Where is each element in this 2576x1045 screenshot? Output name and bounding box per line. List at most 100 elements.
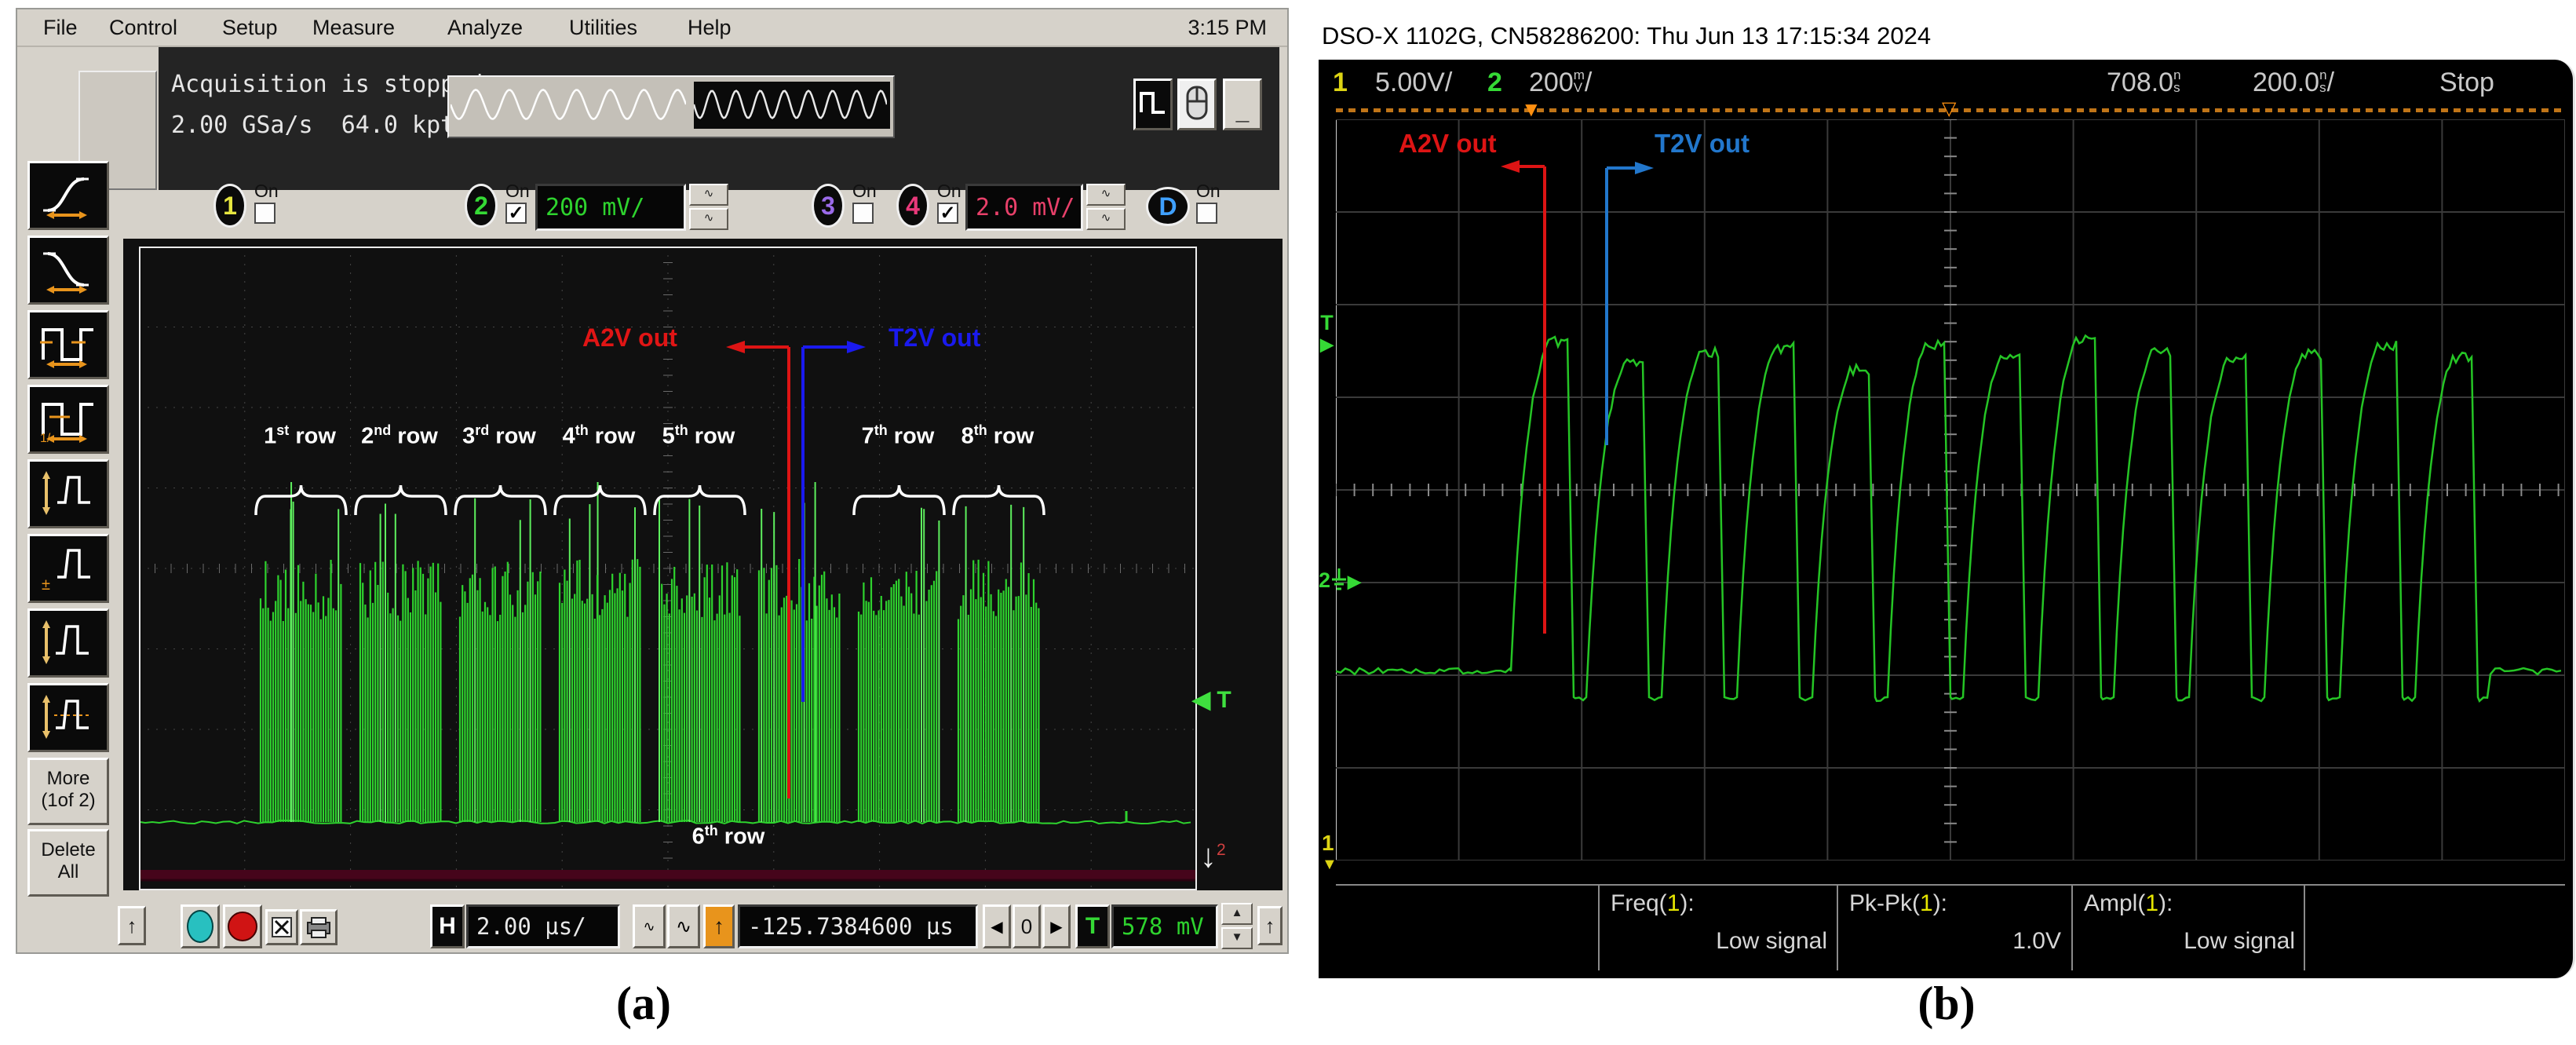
- measure-fall-time-button[interactable]: [27, 236, 109, 305]
- ch1-scale[interactable]: 5.00V/: [1375, 68, 1452, 98]
- delay-zero-button[interactable]: 0: [1013, 904, 1041, 948]
- sine-large-icon: ∿: [676, 915, 691, 938]
- menu-item-control[interactable]: Control: [109, 16, 177, 40]
- channel-2-scale-down[interactable]: ∿: [689, 208, 728, 230]
- minimize-button[interactable]: _: [1223, 79, 1262, 130]
- channel-4-scale-down[interactable]: ∿: [1086, 208, 1126, 230]
- ampl-measurement-label: Ampl(1):: [2084, 890, 2173, 917]
- ch2-number[interactable]: 2: [1487, 68, 1502, 98]
- run-state[interactable]: Stop: [2439, 68, 2494, 98]
- channel-4-scale-display[interactable]: 2.0 mV/: [965, 184, 1083, 231]
- ch2-scale[interactable]: 200mV/: [1529, 68, 1592, 98]
- channel-1-button[interactable]: 1: [213, 184, 246, 228]
- clear-button[interactable]: [265, 909, 298, 945]
- measurement-bar-divider: [1336, 884, 2565, 886]
- digital-on-checkbox[interactable]: [1196, 203, 1217, 224]
- channel-1-on-checkbox[interactable]: [254, 203, 275, 224]
- trigger-level-spinner[interactable]: ▲ ▼: [1221, 903, 1253, 950]
- channel-2-button[interactable]: 2: [465, 184, 498, 228]
- delay-left-button[interactable]: ◀: [983, 904, 1011, 948]
- t2v-out-label-b: T2V out: [1655, 129, 1750, 159]
- a2v-out-label-a: A2V out: [582, 323, 677, 353]
- cell-divider: [1598, 884, 1600, 970]
- channel-2-scale-up[interactable]: ∿: [689, 184, 728, 206]
- channel-2-scale-display[interactable]: 200 mV/: [535, 184, 686, 231]
- measure-peak-peak-button[interactable]: [27, 459, 109, 528]
- row-label: 3rd row: [444, 422, 554, 450]
- amplitude-icon: [38, 692, 98, 744]
- row-label: 1st row: [245, 422, 355, 450]
- mouse-button[interactable]: [1177, 79, 1217, 130]
- fall-time-icon: [38, 244, 98, 296]
- scroll-up-left-button[interactable]: ↑: [118, 906, 146, 945]
- trigger-point-icon[interactable]: ▼: [1521, 97, 1542, 122]
- measure-rise-time-button[interactable]: [27, 161, 109, 230]
- delay-readout[interactable]: 708.0ns: [2107, 68, 2181, 98]
- clear-icon: [272, 917, 292, 937]
- menu-item-file[interactable]: File: [43, 16, 78, 40]
- channel-4-button[interactable]: 4: [896, 184, 929, 228]
- channel-4-on-checkbox[interactable]: ✓: [937, 203, 958, 224]
- menu-item-utilities[interactable]: Utilities: [569, 16, 637, 40]
- run-button[interactable]: [181, 904, 220, 948]
- freq-measurement-value: Low signal: [1633, 928, 1827, 955]
- ch1-number[interactable]: 1: [1333, 68, 1348, 98]
- measure-neg-pulse-width-button[interactable]: 1/: [27, 385, 109, 454]
- timebase-display[interactable]: 2.00 µs/: [466, 904, 620, 948]
- measure-top-level-button[interactable]: [27, 608, 109, 678]
- delay-right-button[interactable]: ▶: [1042, 904, 1071, 948]
- t2v-out-label-a: T2V out: [888, 323, 980, 353]
- down-triangle-icon: ▼: [1322, 856, 1337, 873]
- trigger-position-button[interactable]: ↑: [703, 904, 735, 948]
- scope-b-screen: 1 5.00V/ 2 200mV/ 708.0ns 200.0ns/ Stop …: [1319, 60, 2575, 978]
- horizontal-button[interactable]: H: [430, 904, 465, 948]
- peak-peak-icon: [38, 468, 98, 520]
- channel-2-scale-spinner[interactable]: ∿ ∿: [689, 184, 728, 231]
- trigger-level-up[interactable]: ▲: [1221, 903, 1253, 925]
- grid-and-trace-b: [1336, 119, 2565, 860]
- digital-channel-button[interactable]: D: [1146, 187, 1190, 226]
- channel-2-on-checkbox[interactable]: ✓: [505, 203, 527, 224]
- base-level-icon: ±: [38, 543, 98, 594]
- delete-all-button[interactable]: DeleteAll: [27, 829, 109, 897]
- trigger-button[interactable]: T: [1075, 904, 1110, 948]
- pulse-mode-button[interactable]: [1133, 79, 1173, 130]
- menu-bar: File Control Setup Measure Analyze Utili…: [17, 9, 1287, 47]
- menu-item-help[interactable]: Help: [688, 16, 732, 40]
- trigger-level-display[interactable]: 578 mV: [1111, 904, 1218, 948]
- channel-4-scale-up[interactable]: ∿: [1086, 184, 1126, 206]
- caption-a: (a): [581, 977, 706, 1031]
- channel-4-scale-spinner[interactable]: ∿ ∿: [1086, 184, 1126, 231]
- right-triangle-icon: ▶: [1348, 572, 1361, 591]
- trigger-arrow-icon: ◀: [1192, 687, 1210, 713]
- trigger-level-marker-b[interactable]: T▶: [1320, 312, 1334, 355]
- channel-3-button[interactable]: 3: [812, 184, 845, 228]
- preview-highlight-region: [694, 82, 890, 129]
- stop-button[interactable]: [223, 904, 262, 948]
- right-triangle-icon: ▶: [1320, 334, 1334, 354]
- menu-item-setup[interactable]: Setup: [222, 16, 278, 40]
- measure-base-level-button[interactable]: ±: [27, 534, 109, 603]
- measure-pos-pulse-width-button[interactable]: [27, 310, 109, 379]
- timebase-readout[interactable]: 200.0ns/: [2253, 68, 2334, 98]
- timebase-fine-up-button[interactable]: ∿: [633, 904, 666, 948]
- trigger-delay-display[interactable]: -125.7384600 µs: [738, 904, 978, 948]
- channel-3-on-checkbox[interactable]: [852, 203, 874, 224]
- caption-b: (b): [1884, 977, 2009, 1031]
- sample-rate-status: 2.00 GSa/s 64.0 kpts: [171, 111, 469, 139]
- neg-pulse-width-icon: 1/: [38, 393, 98, 445]
- waveform-display-area: ◀ T ↓2: [123, 239, 1283, 890]
- trigger-level-marker[interactable]: ◀ T: [1192, 686, 1231, 714]
- waveform-preview-bar[interactable]: [447, 75, 895, 138]
- channel-1-position-marker[interactable]: 1▼: [1322, 834, 1337, 874]
- menu-item-analyze[interactable]: Analyze: [447, 16, 523, 40]
- a2v-out-label-b: A2V out: [1399, 129, 1497, 159]
- channel-2-ground-marker[interactable]: 2▶: [1319, 568, 1361, 593]
- scroll-up-right-button[interactable]: ↑: [1257, 906, 1283, 945]
- trigger-level-down[interactable]: ▼: [1221, 927, 1253, 949]
- print-button[interactable]: [300, 909, 338, 945]
- menu-item-measure[interactable]: Measure: [312, 16, 395, 40]
- timebase-fine-down-button[interactable]: ∿: [667, 904, 700, 948]
- measure-amplitude-button[interactable]: [27, 683, 109, 752]
- more-button[interactable]: More(1of 2): [27, 758, 109, 825]
